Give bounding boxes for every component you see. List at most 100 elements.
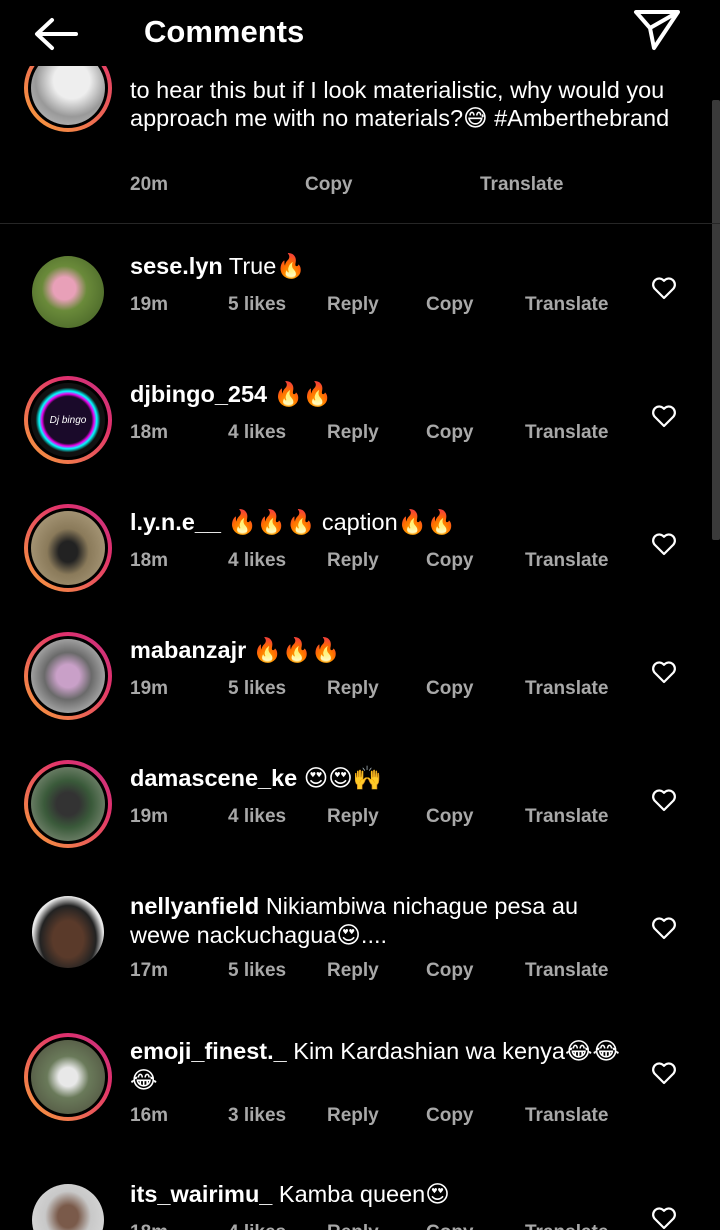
reply-button[interactable]: Reply: [327, 1105, 379, 1127]
translate-button[interactable]: Translate: [525, 550, 608, 572]
copy-button[interactable]: Copy: [426, 806, 474, 828]
reply-button[interactable]: Reply: [327, 1222, 379, 1230]
avatar[interactable]: [24, 1176, 112, 1230]
comment-username[interactable]: damascene_ke: [130, 765, 297, 791]
likes-count[interactable]: 4 likes: [228, 1222, 286, 1230]
back-button[interactable]: [28, 12, 84, 56]
page-title: Comments: [144, 14, 305, 49]
comment-text: emoji_finest._ Kim Kardashian wa kenya😂😂…: [130, 1037, 630, 1095]
post-caption: to hear this but if I look materialistic…: [0, 66, 720, 224]
avatar-logo-text: Dj bingo: [49, 414, 87, 426]
comment-username[interactable]: sese.lyn: [130, 253, 223, 279]
avatar[interactable]: [24, 504, 112, 592]
comment-body: Kamba queen😍: [278, 1181, 450, 1207]
avatar-image: [32, 256, 104, 328]
heart-icon[interactable]: [651, 532, 677, 556]
avatar-image: [32, 1184, 104, 1230]
comment-body: 🔥🔥🔥 caption🔥🔥: [227, 509, 457, 535]
comment-time: 17m: [130, 960, 169, 981]
avatar[interactable]: [24, 1033, 112, 1121]
heart-icon[interactable]: [651, 916, 677, 940]
translate-button[interactable]: Translate: [525, 422, 608, 444]
reply-button[interactable]: Reply: [327, 294, 379, 316]
copy-button[interactable]: Copy: [426, 960, 474, 982]
likes-count[interactable]: 5 likes: [228, 294, 286, 316]
comment-item: its_wairimu_ Kamba queen😍 18m 4 likes Re…: [0, 1176, 720, 1230]
avatar[interactable]: [24, 888, 112, 976]
comment-username[interactable]: its_wairimu_: [130, 1181, 272, 1207]
likes-count[interactable]: 3 likes: [228, 1105, 286, 1127]
reply-button[interactable]: Reply: [327, 960, 379, 982]
likes-count[interactable]: 5 likes: [228, 678, 286, 700]
top-bar: Comments: [0, 0, 720, 66]
caption-time: 20m: [130, 174, 169, 195]
comment-text: djbingo_254 🔥🔥: [130, 380, 630, 409]
translate-button[interactable]: Translate: [525, 294, 608, 316]
heart-icon[interactable]: [651, 660, 677, 684]
avatar[interactable]: Dj bingo: [24, 376, 112, 464]
translate-button[interactable]: Translate: [525, 806, 608, 828]
comment-item: emoji_finest._ Kim Kardashian wa kenya😂😂…: [0, 1033, 720, 1173]
likes-count[interactable]: 5 likes: [228, 960, 286, 982]
comment-item: l.y.n.e__ 🔥🔥🔥 caption🔥🔥 18m 4 likes Repl…: [0, 504, 720, 622]
comment-text: sese.lyn True🔥: [130, 252, 630, 281]
reply-button[interactable]: Reply: [327, 806, 379, 828]
copy-button[interactable]: Copy: [426, 550, 474, 572]
comment-text: l.y.n.e__ 🔥🔥🔥 caption🔥🔥: [130, 508, 630, 537]
comment-username[interactable]: mabanzajr: [130, 637, 246, 663]
heart-icon[interactable]: [651, 788, 677, 812]
comment-time: 19m: [130, 678, 169, 699]
translate-button[interactable]: Translate: [480, 174, 563, 196]
comment-item: damascene_ke 😍😍🙌 19m 4 likes Reply Copy …: [0, 760, 720, 878]
comment-username[interactable]: l.y.n.e__: [130, 509, 221, 535]
avatar[interactable]: [24, 632, 112, 720]
copy-button[interactable]: Copy: [426, 1222, 474, 1230]
heart-icon[interactable]: [651, 1061, 677, 1085]
likes-count[interactable]: 4 likes: [228, 422, 286, 444]
avatar-image: [31, 1040, 105, 1114]
comment-meta: 16m 3 likes Reply Copy Translate: [130, 1105, 630, 1129]
avatar-image: [31, 66, 105, 125]
avatar-image: [31, 767, 105, 841]
heart-icon[interactable]: [651, 276, 677, 300]
heart-icon[interactable]: [651, 404, 677, 428]
comment-time: 19m: [130, 806, 169, 827]
translate-button[interactable]: Translate: [525, 1222, 608, 1230]
comment-username[interactable]: nellyanfield: [130, 893, 259, 919]
reply-button[interactable]: Reply: [327, 678, 379, 700]
copy-button[interactable]: Copy: [426, 678, 474, 700]
comment-text: damascene_ke 😍😍🙌: [130, 764, 630, 793]
comment-meta: 18m 4 likes Reply Copy Translate: [130, 422, 630, 446]
copy-button[interactable]: Copy: [426, 422, 474, 444]
comment-meta: 19m 5 likes Reply Copy Translate: [130, 678, 630, 702]
comment-meta: 19m 4 likes Reply Copy Translate: [130, 806, 630, 830]
copy-button[interactable]: Copy: [426, 1105, 474, 1127]
reply-button[interactable]: Reply: [327, 422, 379, 444]
translate-button[interactable]: Translate: [525, 960, 608, 982]
translate-button[interactable]: Translate: [525, 1105, 608, 1127]
likes-count[interactable]: 4 likes: [228, 550, 286, 572]
copy-button[interactable]: Copy: [426, 294, 474, 316]
comment-text: nellyanfield Nikiambiwa nichague pesa au…: [130, 892, 630, 950]
avatar-image: [32, 896, 104, 968]
avatar[interactable]: [24, 248, 112, 336]
comment-text: its_wairimu_ Kamba queen😍: [130, 1180, 630, 1209]
comment-text: mabanzajr 🔥🔥🔥: [130, 636, 630, 665]
comment-meta: 17m 5 likes Reply Copy Translate: [130, 960, 630, 984]
avatar-image: Dj bingo: [31, 383, 105, 457]
comment-meta: 18m 4 likes Reply Copy Translate: [130, 1222, 630, 1230]
comment-time: 18m: [130, 550, 169, 571]
likes-count[interactable]: 4 likes: [228, 806, 286, 828]
comment-username[interactable]: djbingo_254: [130, 381, 267, 407]
reply-button[interactable]: Reply: [327, 550, 379, 572]
avatar[interactable]: [24, 760, 112, 848]
comment-body: 😍😍🙌: [303, 765, 383, 791]
heart-icon[interactable]: [651, 1206, 677, 1230]
avatar-image: [31, 639, 105, 713]
avatar[interactable]: [24, 66, 112, 132]
copy-button[interactable]: Copy: [305, 174, 353, 196]
share-button[interactable]: [632, 6, 682, 52]
translate-button[interactable]: Translate: [525, 678, 608, 700]
comment-username[interactable]: emoji_finest._: [130, 1038, 287, 1064]
comment-time: 18m: [130, 1222, 168, 1230]
